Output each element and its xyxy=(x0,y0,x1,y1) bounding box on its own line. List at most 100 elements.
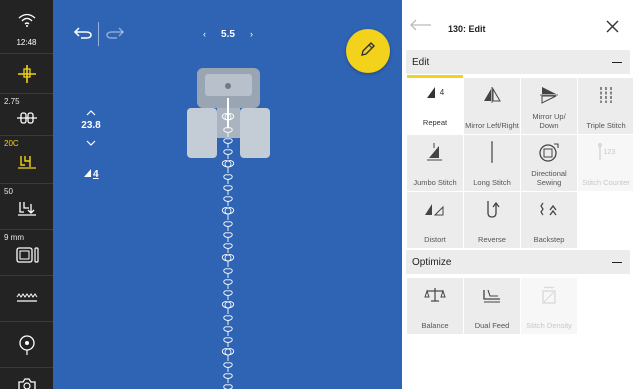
section-header-optimize[interactable]: Optimize xyxy=(406,250,630,274)
stitch-motif xyxy=(223,243,233,253)
arrow-left-icon xyxy=(410,18,432,35)
distort-icon xyxy=(407,200,463,218)
redo-button[interactable] xyxy=(105,26,125,45)
stitch-settings-icon xyxy=(0,153,53,171)
pencil-icon xyxy=(359,40,377,63)
tool-label: Backstep xyxy=(533,235,565,244)
tool-label: Mirror Up/ Down xyxy=(532,112,566,130)
back-button[interactable] xyxy=(410,18,432,36)
stitch-motif xyxy=(223,362,233,372)
section-header-edit[interactable]: Edit xyxy=(406,50,630,74)
stitch-motif xyxy=(223,149,233,159)
stitch-motif xyxy=(223,138,233,148)
sidebar-item-feed-dogs[interactable] xyxy=(0,276,53,322)
stitch-motif xyxy=(223,268,233,278)
stitch-motif xyxy=(223,185,233,195)
needle-icon xyxy=(0,64,53,84)
repeat-indicator: 4 xyxy=(83,168,99,181)
close-icon xyxy=(606,20,619,37)
sidebar-item-presser-foot[interactable]: 2.75 xyxy=(0,94,53,136)
presser-foot-icon xyxy=(0,109,53,127)
sidebar-item-value: 9 mm xyxy=(4,233,24,242)
sidebar-status: 12:48 xyxy=(0,0,53,54)
sidebar-item-tension[interactable]: 50 xyxy=(0,184,53,230)
repeat-value: 4 xyxy=(93,169,99,180)
tool-stitch-counter: 123 Stitch Counter xyxy=(578,135,633,191)
sidebar-item-stitch-settings[interactable]: 20C xyxy=(0,136,53,184)
stitch-motif xyxy=(223,232,233,242)
mirror-up-down-icon xyxy=(521,86,577,104)
chevron-up-icon[interactable] xyxy=(79,108,103,118)
tool-dual-feed[interactable]: Dual Feed xyxy=(464,278,520,334)
sidebar-item-value: 20C xyxy=(4,139,19,148)
tool-jumbo-stitch[interactable]: Jumbo Stitch xyxy=(407,135,463,191)
undo-redo-divider xyxy=(98,22,99,46)
stitch-motif xyxy=(223,221,233,231)
sidebar-item-stitch-plate[interactable]: 9 mm xyxy=(0,230,53,276)
edit-pencil-button[interactable] xyxy=(346,29,390,73)
tool-label: Stitch Density xyxy=(526,321,572,330)
stitch-motif xyxy=(223,337,233,347)
stitch-motif xyxy=(221,301,235,314)
tool-label: Repeat xyxy=(422,118,448,127)
tool-mirror-up-down[interactable]: Mirror Up/ Down xyxy=(521,78,577,134)
sidebar-item-camera[interactable] xyxy=(0,368,53,389)
sidebar-item-needle[interactable] xyxy=(0,54,53,94)
tool-label: Dual Feed xyxy=(474,321,510,330)
long-stitch-icon xyxy=(464,141,520,163)
machine-status-sidebar: 12:48 2.75 20C 50 9 mm xyxy=(0,0,53,389)
tool-directional-sewing[interactable]: Directional Sewing xyxy=(521,135,577,191)
collapse-icon xyxy=(612,61,622,63)
chevron-left-icon[interactable]: ‹ xyxy=(203,29,206,39)
sidebar-item-value: 2.75 xyxy=(4,97,20,106)
tool-balance[interactable]: Balance xyxy=(407,278,463,334)
tool-label: Long Stitch xyxy=(473,178,511,187)
panel-title: 130: Edit xyxy=(448,24,486,34)
stitch-motif xyxy=(223,174,233,184)
section-title: Optimize xyxy=(412,256,452,268)
wifi-icon xyxy=(0,13,53,27)
tool-triple-stitch[interactable]: Triple Stitch xyxy=(578,78,633,134)
undo-button[interactable] xyxy=(73,26,93,45)
jumbo-stitch-icon xyxy=(407,143,463,161)
stitch-density-icon xyxy=(521,286,577,304)
tool-reverse[interactable]: Reverse xyxy=(464,192,520,248)
stitch-canvas[interactable]: ‹ 5.5 › 23.8 4 xyxy=(53,0,402,389)
tool-mirror-left-right[interactable]: Mirror Left/Right xyxy=(464,78,520,134)
stitch-motif xyxy=(223,279,233,289)
mirror-left-right-icon xyxy=(464,86,520,104)
stitch-pattern-preview xyxy=(221,113,235,389)
tool-stitch-density: Stitch Density xyxy=(521,278,577,334)
stitch-motif xyxy=(221,207,235,220)
stitch-motif xyxy=(221,160,235,173)
tool-label: Directional Sewing xyxy=(531,169,567,187)
section-title: Edit xyxy=(412,56,430,68)
chevron-right-icon[interactable]: › xyxy=(250,29,253,39)
tool-repeat[interactable]: 4 Repeat xyxy=(407,75,463,131)
chevron-down-icon[interactable] xyxy=(79,133,103,151)
close-button[interactable] xyxy=(606,20,619,38)
repeat-icon xyxy=(83,168,92,181)
stitch-counter-badge: 123 xyxy=(603,148,616,156)
repeat-icon: 4 xyxy=(407,83,463,101)
stitch-motif xyxy=(223,315,233,325)
tool-backstep[interactable]: Backstep xyxy=(521,192,577,248)
feed-dogs-icon xyxy=(0,293,53,303)
tool-label: Balance xyxy=(421,321,449,330)
bobbin-icon xyxy=(0,334,53,356)
tool-long-stitch[interactable]: Long Stitch xyxy=(464,135,520,191)
tool-label: Reverse xyxy=(478,235,506,244)
stitch-motif xyxy=(221,254,235,267)
stitch-motif xyxy=(221,113,235,126)
tool-distort[interactable]: Distort xyxy=(407,192,463,248)
dual-feed-icon xyxy=(464,286,520,304)
balance-icon xyxy=(407,286,463,304)
tension-icon xyxy=(0,200,53,218)
sidebar-item-bobbin[interactable] xyxy=(0,322,53,368)
reverse-icon xyxy=(464,200,520,218)
stitch-counter-icon: 123 xyxy=(578,143,633,161)
stitch-motif xyxy=(223,384,233,389)
stitch-width-value: 5.5 xyxy=(221,28,235,40)
stitch-length-value: 23.8 xyxy=(81,120,101,131)
sidebar-item-value: 50 xyxy=(4,187,13,196)
